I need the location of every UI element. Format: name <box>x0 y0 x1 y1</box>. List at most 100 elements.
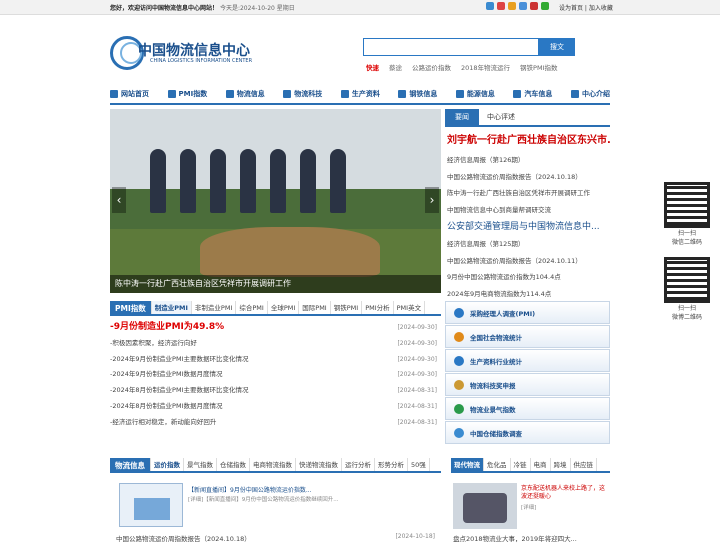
feature-title[interactable]: 【新闻直播间】9月份中国公路物流运价指数... <box>188 485 312 494</box>
tab-info[interactable]: 50强 <box>408 458 430 471</box>
slide-caption[interactable]: 陈中涛一行赴广西壮族自治区凭祥市开展调研工作 <box>110 275 441 293</box>
share-icons <box>486 2 549 10</box>
headline-2[interactable]: 公安部交通管理局与中国物流信息中... <box>447 218 610 236</box>
list-item[interactable]: 9月份中国公路物流运价指数为104.4点 <box>447 269 610 286</box>
list-item[interactable]: 中国公路物流运价周指数报告（2024.10.18） <box>447 169 610 186</box>
list-item[interactable]: 经济信息周报（第126期） <box>447 152 610 169</box>
welcome-text: 您好，欢迎访问中国物流信息中心网站！ 今天是:2024-10-20 星期日 <box>110 5 295 12</box>
tab-pmi[interactable]: 非制造业PMI <box>192 301 237 314</box>
share-icon-1[interactable] <box>486 2 494 10</box>
headline-1[interactable]: 刘宇航一行赴广西壮族自治区东兴市... <box>447 130 610 152</box>
list-date: [2024-10-18] <box>395 533 435 540</box>
tab-info[interactable]: 快递物流指数 <box>296 458 342 471</box>
nav-steel[interactable]: 钢铁信息 <box>398 89 437 99</box>
photo-slider[interactable]: ‹ › 陈中涛一行赴广西壮族自治区凭祥市开展调研工作 <box>110 109 441 293</box>
list-item[interactable]: 盘点2018物流业大事，2019年将迎四大... <box>453 533 577 543</box>
weibo-qr: 扫一扫 微博二维码 <box>657 257 717 321</box>
hot-keyword[interactable]: 蔡途 <box>389 62 402 72</box>
top-links[interactable]: 设为首页 | 加入收藏 <box>559 3 613 12</box>
list-item[interactable]: -2024年8月份制造业PMI主要数据环比变化情况 [2024-08-31] <box>110 383 441 399</box>
slider-next-arrow-icon[interactable]: › <box>425 187 439 213</box>
hot-keywords: 快速 蔡途 公路运价指数 2018年物流运行 钢铁PMI指数 <box>366 62 568 72</box>
side-button[interactable]: 中国仓储指数调查 <box>445 421 610 444</box>
nav-auto[interactable]: 汽车信息 <box>513 89 552 99</box>
share-icon-2[interactable] <box>497 2 505 10</box>
feature-thumbnail[interactable] <box>119 483 183 527</box>
logistics-headline[interactable]: 京东配送机器人来校上路了，这波还挺暖心 <box>521 485 609 501</box>
tab-pmi[interactable]: 国际PMI <box>299 301 331 314</box>
side-button[interactable]: 全国社会物流统计 <box>445 325 610 348</box>
list-item[interactable]: 中国公路物流运价周指数报告（2024.10.11） <box>447 253 610 270</box>
side-button[interactable]: 采购经理人调查(PMI) <box>445 301 610 324</box>
list-item[interactable]: 2024年9月电商物流指数为114.4点 <box>447 286 610 303</box>
tab-info[interactable]: 电商物流指数 <box>250 458 296 471</box>
tab-pmi[interactable]: 钢铁PMI <box>331 301 363 314</box>
tab-pmi[interactable]: 制造业PMI <box>151 301 192 314</box>
wechat-icon[interactable] <box>541 2 549 10</box>
tab-pmi[interactable]: PMI英文 <box>394 301 426 314</box>
nav-home[interactable]: 网站首页 <box>110 89 149 99</box>
nav-energy[interactable]: 能源信息 <box>455 89 495 99</box>
industry-icon <box>454 355 464 366</box>
list-item[interactable]: 陈中涛一行赴广西壮族自治区凭祥市开展调研工作 <box>447 185 610 202</box>
robot-thumbnail[interactable] <box>453 483 517 529</box>
share-icon-5[interactable] <box>530 2 538 10</box>
hot-keyword[interactable]: 2018年物流运行 <box>461 62 510 72</box>
list-item[interactable]: -9月份制造业PMI为49.8% [2024-09-30] <box>110 320 441 336</box>
tab-pmi[interactable]: 全球PMI <box>268 301 300 314</box>
tab-logistics[interactable]: 供应链 <box>571 458 597 471</box>
list-item[interactable]: -2024年9月份制造业PMI主要数据环比变化情况 [2024-09-30] <box>110 352 441 368</box>
slider-prev-arrow-icon[interactable]: ‹ <box>112 187 126 213</box>
news-tabs: 要闻 中心评述 <box>445 109 610 127</box>
side-button[interactable]: 物流业景气指数 <box>445 397 610 420</box>
factory-icon <box>340 90 349 98</box>
hot-keyword[interactable]: 钢铁PMI指数 <box>520 62 557 72</box>
tab-commentary[interactable]: 中心评述 <box>479 109 523 125</box>
list-item[interactable]: -2024年9月份制造业PMI数据月度情况 [2024-09-30] <box>110 367 441 383</box>
tab-logistics[interactable]: 现代物流 <box>451 458 484 471</box>
list-item[interactable]: 中国公路物流运价周指数报告（2024.10.18） <box>116 533 251 543</box>
nav-tech[interactable]: 物流科技 <box>283 89 322 99</box>
feature-summary: [详细]【新闻直播间】9月份中国公路物流运价指数继续回升... <box>188 497 339 503</box>
tab-info[interactable]: 运价指数 <box>151 458 184 471</box>
survey-buttons: 采购经理人调查(PMI) 全国社会物流统计 生产资料行业统计 物流科技奖申报 物… <box>445 301 610 445</box>
home-icon <box>110 90 118 98</box>
share-icon-4[interactable] <box>519 2 527 10</box>
search-button[interactable]: 搜文 <box>539 38 575 56</box>
award-icon <box>454 379 464 390</box>
tab-headlines[interactable]: 要闻 <box>445 109 479 125</box>
list-item[interactable]: 经济信息周报（第125期） <box>447 236 610 253</box>
nav-logistics[interactable]: 物流信息 <box>225 89 265 99</box>
tab-info[interactable]: 形势分析 <box>375 458 408 471</box>
list-item[interactable]: 中国物流信息中心到商量帮调研交流 <box>447 202 610 219</box>
side-button[interactable]: 物流科技奖申报 <box>445 373 610 396</box>
tab-info[interactable]: 仓储指数 <box>217 458 250 471</box>
logo-en: CHINA LOGISTICS INFORMATION CENTER <box>150 58 253 64</box>
list-item[interactable]: -2024年8月份制造业PMI数据月度情况 [2024-08-31] <box>110 399 441 415</box>
share-icon-3[interactable] <box>508 2 516 10</box>
list-item[interactable]: -积极因素积聚，经济运行向好 [2024-09-30] <box>110 336 441 352</box>
nav-pmi[interactable]: PMI指数 <box>167 89 207 99</box>
site-logo[interactable]: 中国物流信息中心 CHINA LOGISTICS INFORMATION CEN… <box>110 36 270 72</box>
tab-info[interactable]: 运行分析 <box>342 458 375 471</box>
hot-keyword[interactable]: 公路运价指数 <box>412 62 451 72</box>
search-input[interactable] <box>363 38 539 56</box>
tab-pmi[interactable]: 综合PMI <box>236 301 268 314</box>
tab-logistics[interactable]: 跨境 <box>551 458 571 471</box>
more-link[interactable]: [详细] <box>521 503 536 511</box>
search-box: 搜文 <box>363 38 575 56</box>
qr-code-icon <box>664 257 710 303</box>
tab-logistics[interactable]: 冷链 <box>511 458 531 471</box>
tab-logistics[interactable]: 危化品 <box>484 458 511 471</box>
tab-info[interactable]: 景气指数 <box>184 458 217 471</box>
nav-about[interactable]: 中心介绍 <box>570 89 610 99</box>
nav-materials[interactable]: 生产资料 <box>340 89 380 99</box>
list-item[interactable]: -经济运行相对稳定，新动能向好回升 [2024-08-31] <box>110 415 441 431</box>
side-button[interactable]: 生产资料行业统计 <box>445 349 610 372</box>
steel-icon <box>398 90 407 98</box>
logistics-tabs: 现代物流 危化品 冷链 电商 跨境 供应链 <box>451 458 610 473</box>
panel-title: 物流信息 <box>110 458 151 471</box>
tab-logistics[interactable]: 电商 <box>531 458 551 471</box>
tab-pmi[interactable]: PMI分析 <box>362 301 394 314</box>
logistics-info-tabs: 物流信息 运价指数 景气指数 仓储指数 电商物流指数 快递物流指数 运行分析 形… <box>110 458 441 473</box>
